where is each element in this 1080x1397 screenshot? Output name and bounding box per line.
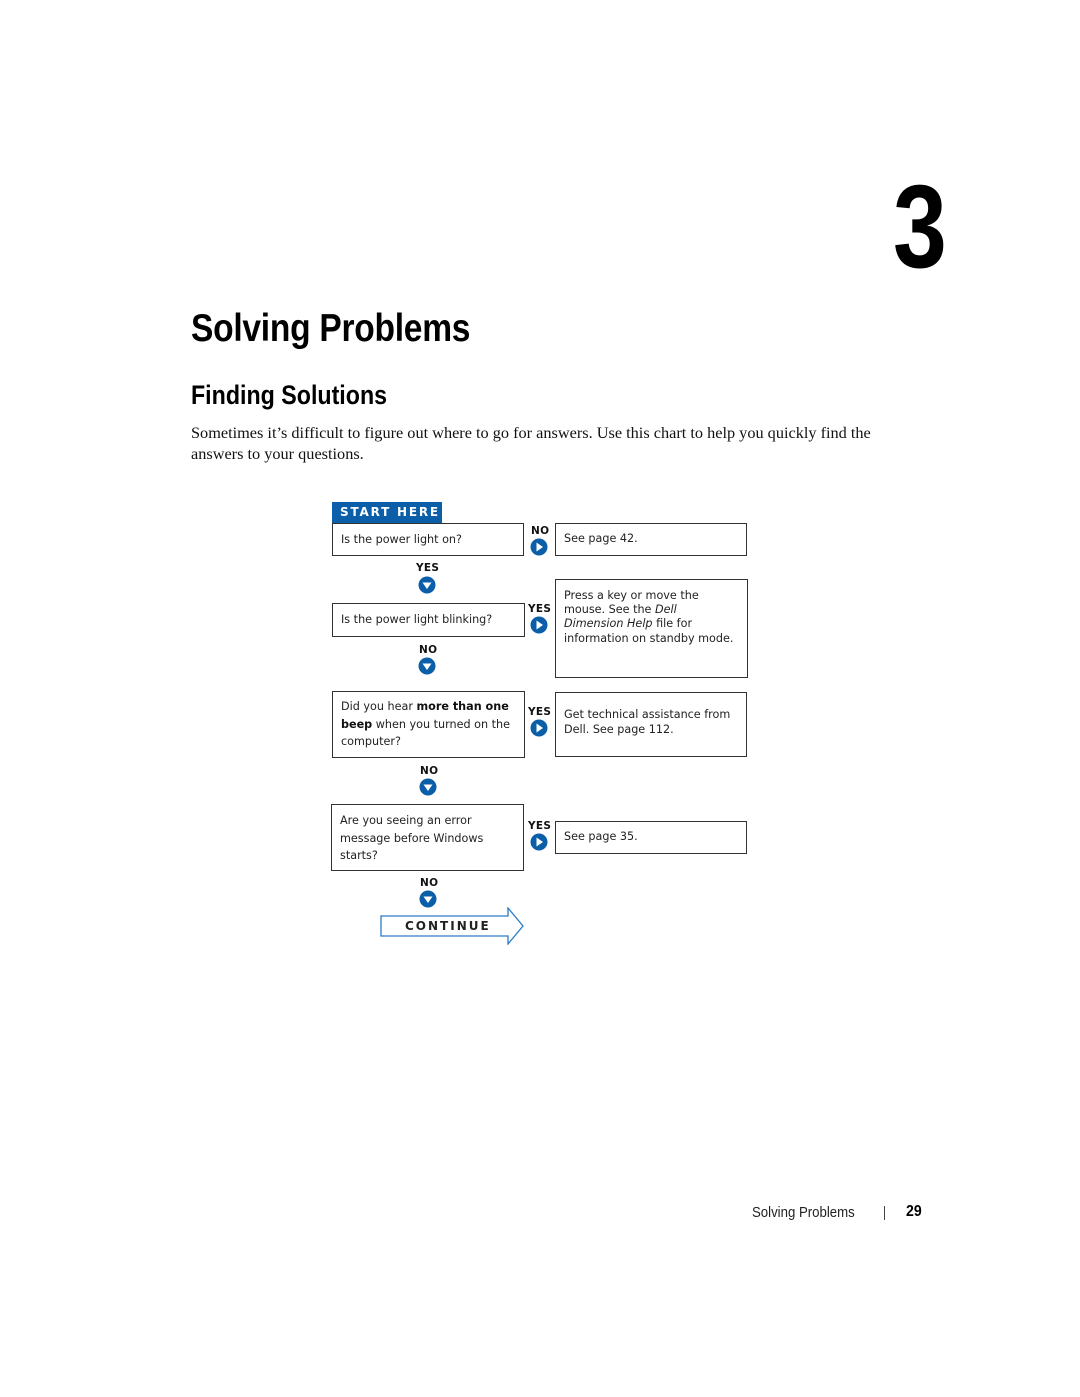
right-arrow-icon xyxy=(530,833,548,851)
section-title: Finding Solutions xyxy=(191,380,388,410)
question-text: Is the power light on? xyxy=(341,533,462,546)
continue-label: CONTINUE xyxy=(405,919,491,933)
question-text: Is the power light blinking? xyxy=(341,613,493,626)
question-text: Are you seeing an error message before W… xyxy=(340,814,484,862)
answer-text-pre: Press a key or move the mouse. See the xyxy=(564,589,699,617)
question-box-power-blinking: Is the power light blinking? xyxy=(332,603,525,637)
answer-text: Get technical assistance from Dell. See … xyxy=(564,708,731,736)
question-text-pre: Did you hear xyxy=(341,700,417,713)
answer-box-technical-assistance: Get technical assistance from Dell. See … xyxy=(555,692,747,757)
down-arrow-icon xyxy=(419,778,437,796)
down-arrow-icon xyxy=(419,890,437,908)
footer-divider xyxy=(884,1206,885,1220)
start-here-label: START HERE xyxy=(332,502,442,523)
branch-label-no: NO xyxy=(419,644,438,656)
chapter-number: 3 xyxy=(893,161,947,293)
answer-box-see-page-35: See page 35. xyxy=(555,821,747,854)
answer-text: See page 42. xyxy=(564,532,638,545)
footer-section-title: Solving Problems xyxy=(752,1204,855,1221)
question-box-beep: Did you hear more than one beep when you… xyxy=(332,691,525,758)
page-title: Solving Problems xyxy=(191,307,471,350)
right-arrow-icon xyxy=(530,538,548,556)
right-arrow-icon xyxy=(530,616,548,634)
branch-label-no: NO xyxy=(420,877,439,889)
question-box-error-message: Are you seeing an error message before W… xyxy=(331,804,524,871)
page-number: 29 xyxy=(906,1203,922,1220)
intro-paragraph: Sometimes it’s difficult to figure out w… xyxy=(191,423,871,463)
answer-box-standby: Press a key or move the mouse. See the D… xyxy=(555,579,748,678)
branch-label-yes: YES xyxy=(528,706,552,718)
branch-label-yes: YES xyxy=(528,820,552,832)
down-arrow-icon xyxy=(418,576,436,594)
question-box-power-light: Is the power light on? xyxy=(332,523,524,556)
branch-label-no: NO xyxy=(531,525,550,537)
answer-box-see-page-42: See page 42. xyxy=(555,523,747,556)
branch-label-yes: YES xyxy=(416,562,440,574)
branch-label-yes: YES xyxy=(528,603,552,615)
down-arrow-icon xyxy=(418,657,436,675)
branch-label-no: NO xyxy=(420,765,439,777)
right-arrow-icon xyxy=(530,719,548,737)
answer-text: See page 35. xyxy=(564,830,638,843)
